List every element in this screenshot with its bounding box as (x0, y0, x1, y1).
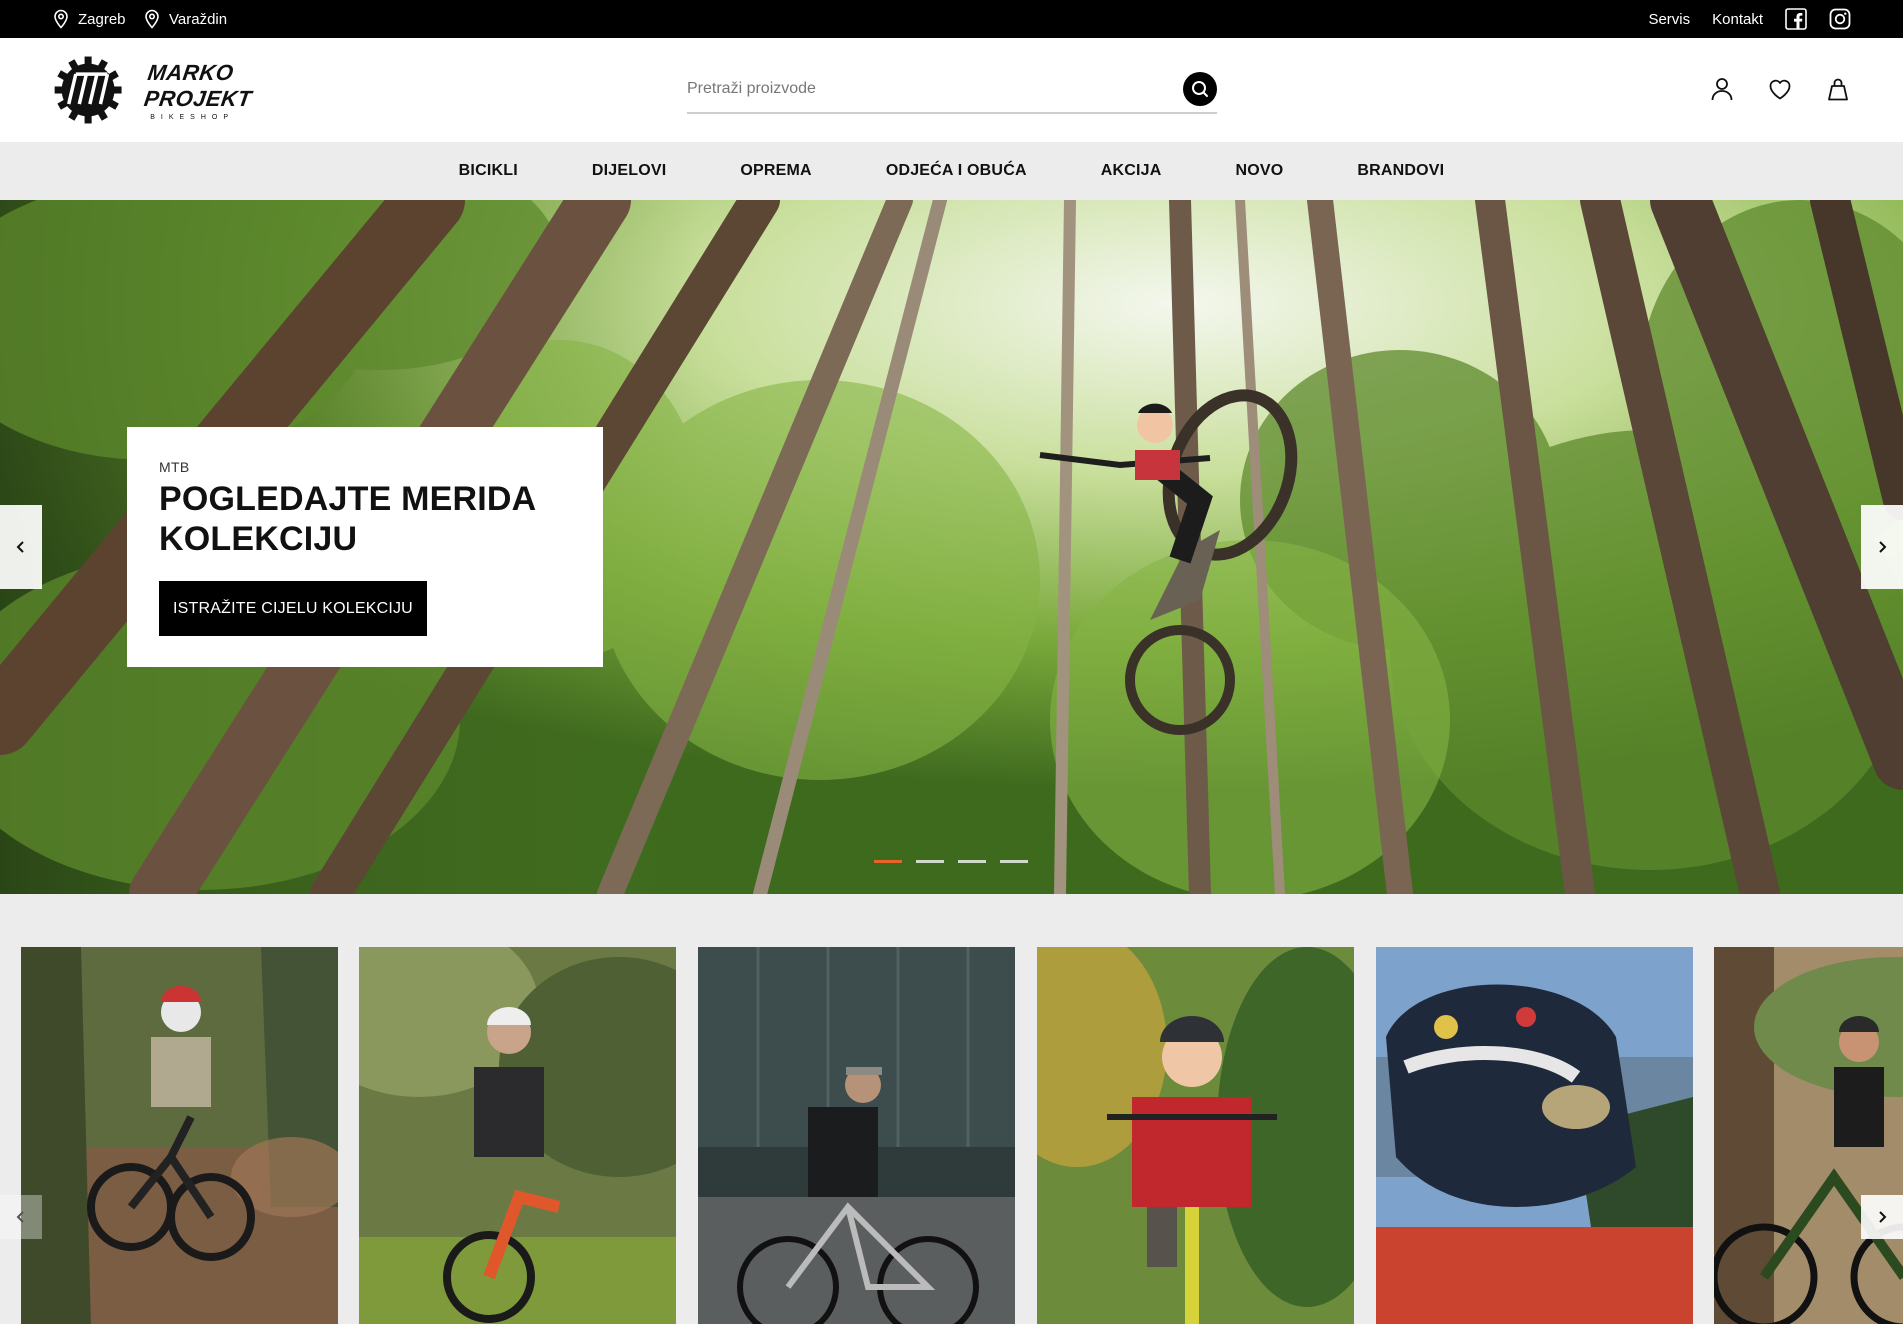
top-bar: Zagreb Varaždin Servis Kontakt (0, 0, 1903, 38)
hero-title-line1: POGLEDAJTE MERIDA (159, 480, 537, 518)
hero-next-button[interactable] (1861, 505, 1903, 589)
nav-item-odjeca-i-obuca[interactable]: ODJEĆA I OBUĆA (849, 162, 1064, 180)
heart-icon[interactable] (1767, 76, 1793, 102)
location-varazdin[interactable]: Varaždin (143, 0, 227, 38)
site-logo[interactable]: MARKO PROJEKT BIKESHOP (52, 52, 322, 128)
kid-rider-tile[interactable] (1037, 947, 1354, 1324)
nav-item-dijelovi[interactable]: DIJELOVI (555, 162, 704, 180)
chevron-right-icon (1879, 541, 1887, 553)
map-pin-icon (54, 9, 68, 29)
bag-icon[interactable] (1825, 76, 1851, 102)
category-carousel (0, 894, 1903, 1324)
location-zagreb[interactable]: Zagreb (52, 0, 126, 38)
nav-item-akcija[interactable]: AKCIJA (1064, 162, 1199, 180)
gravel-rider-tile[interactable] (359, 947, 676, 1324)
location-label: Zagreb (78, 10, 126, 28)
hero-eyebrow: MTB (159, 459, 190, 475)
search-input[interactable] (687, 80, 1183, 98)
hero-prev-button[interactable] (0, 505, 42, 589)
hero-pagination (874, 860, 1028, 863)
chevron-left-icon (16, 541, 24, 553)
nav-item-bicikli[interactable]: BICIKLI (422, 162, 555, 180)
helmet-rider-tile[interactable] (1376, 947, 1693, 1324)
header-icons (1709, 76, 1851, 102)
chevron-left-icon (16, 1211, 24, 1223)
servis-link[interactable]: Servis (1648, 11, 1690, 28)
category-next-button[interactable] (1861, 1195, 1903, 1239)
slide-dot[interactable] (874, 860, 902, 863)
logo-sub-text: BIKESHOP (150, 113, 234, 121)
search-icon (1192, 81, 1208, 97)
nav-item-oprema[interactable]: OPREMA (703, 162, 848, 180)
gear-logo-icon (54, 56, 122, 124)
main-nav: BICIKLI DIJELOVI OPREMA ODJEĆA I OBUĆA A… (0, 142, 1903, 200)
nav-item-novo[interactable]: NOVO (1198, 162, 1320, 180)
slide-dot[interactable] (1000, 860, 1028, 863)
ebike-rider-tile[interactable] (1714, 947, 1903, 1324)
search-button[interactable] (1183, 72, 1217, 106)
location-label: Varaždin (169, 10, 228, 28)
city-rider-tile[interactable] (698, 947, 1015, 1324)
chevron-right-icon (1879, 1211, 1887, 1223)
user-icon[interactable] (1709, 76, 1735, 102)
mtb-rider-tile[interactable] (21, 947, 338, 1324)
map-pin-icon (145, 9, 159, 29)
kontakt-link[interactable]: Kontakt (1712, 11, 1763, 28)
facebook-icon[interactable] (1785, 8, 1807, 30)
slide-dot[interactable] (958, 860, 986, 863)
hero-title: POGLEDAJTE MERIDA KOLEKCIJU (159, 479, 571, 559)
logo-brand-text: MARKO PROJEKT (142, 59, 254, 111)
hero-title-line2: KOLEKCIJU (159, 520, 358, 558)
topbar-links: Servis Kontakt (1648, 0, 1851, 38)
instagram-icon[interactable] (1829, 8, 1851, 30)
hero-slider: MTB POGLEDAJTE MERIDA KOLEKCIJU ISTRAŽIT… (0, 200, 1903, 894)
hero-cta-button[interactable]: ISTRAŽITE CIJELU KOLEKCIJU (159, 581, 427, 636)
slide-dot[interactable] (916, 860, 944, 863)
category-prev-button[interactable] (0, 1195, 42, 1239)
search-bar (687, 66, 1217, 114)
hero-promo-card: MTB POGLEDAJTE MERIDA KOLEKCIJU ISTRAŽIT… (127, 427, 603, 667)
site-header: MARKO PROJEKT BIKESHOP (0, 38, 1903, 142)
nav-item-brandovi[interactable]: BRANDOVI (1320, 162, 1481, 180)
